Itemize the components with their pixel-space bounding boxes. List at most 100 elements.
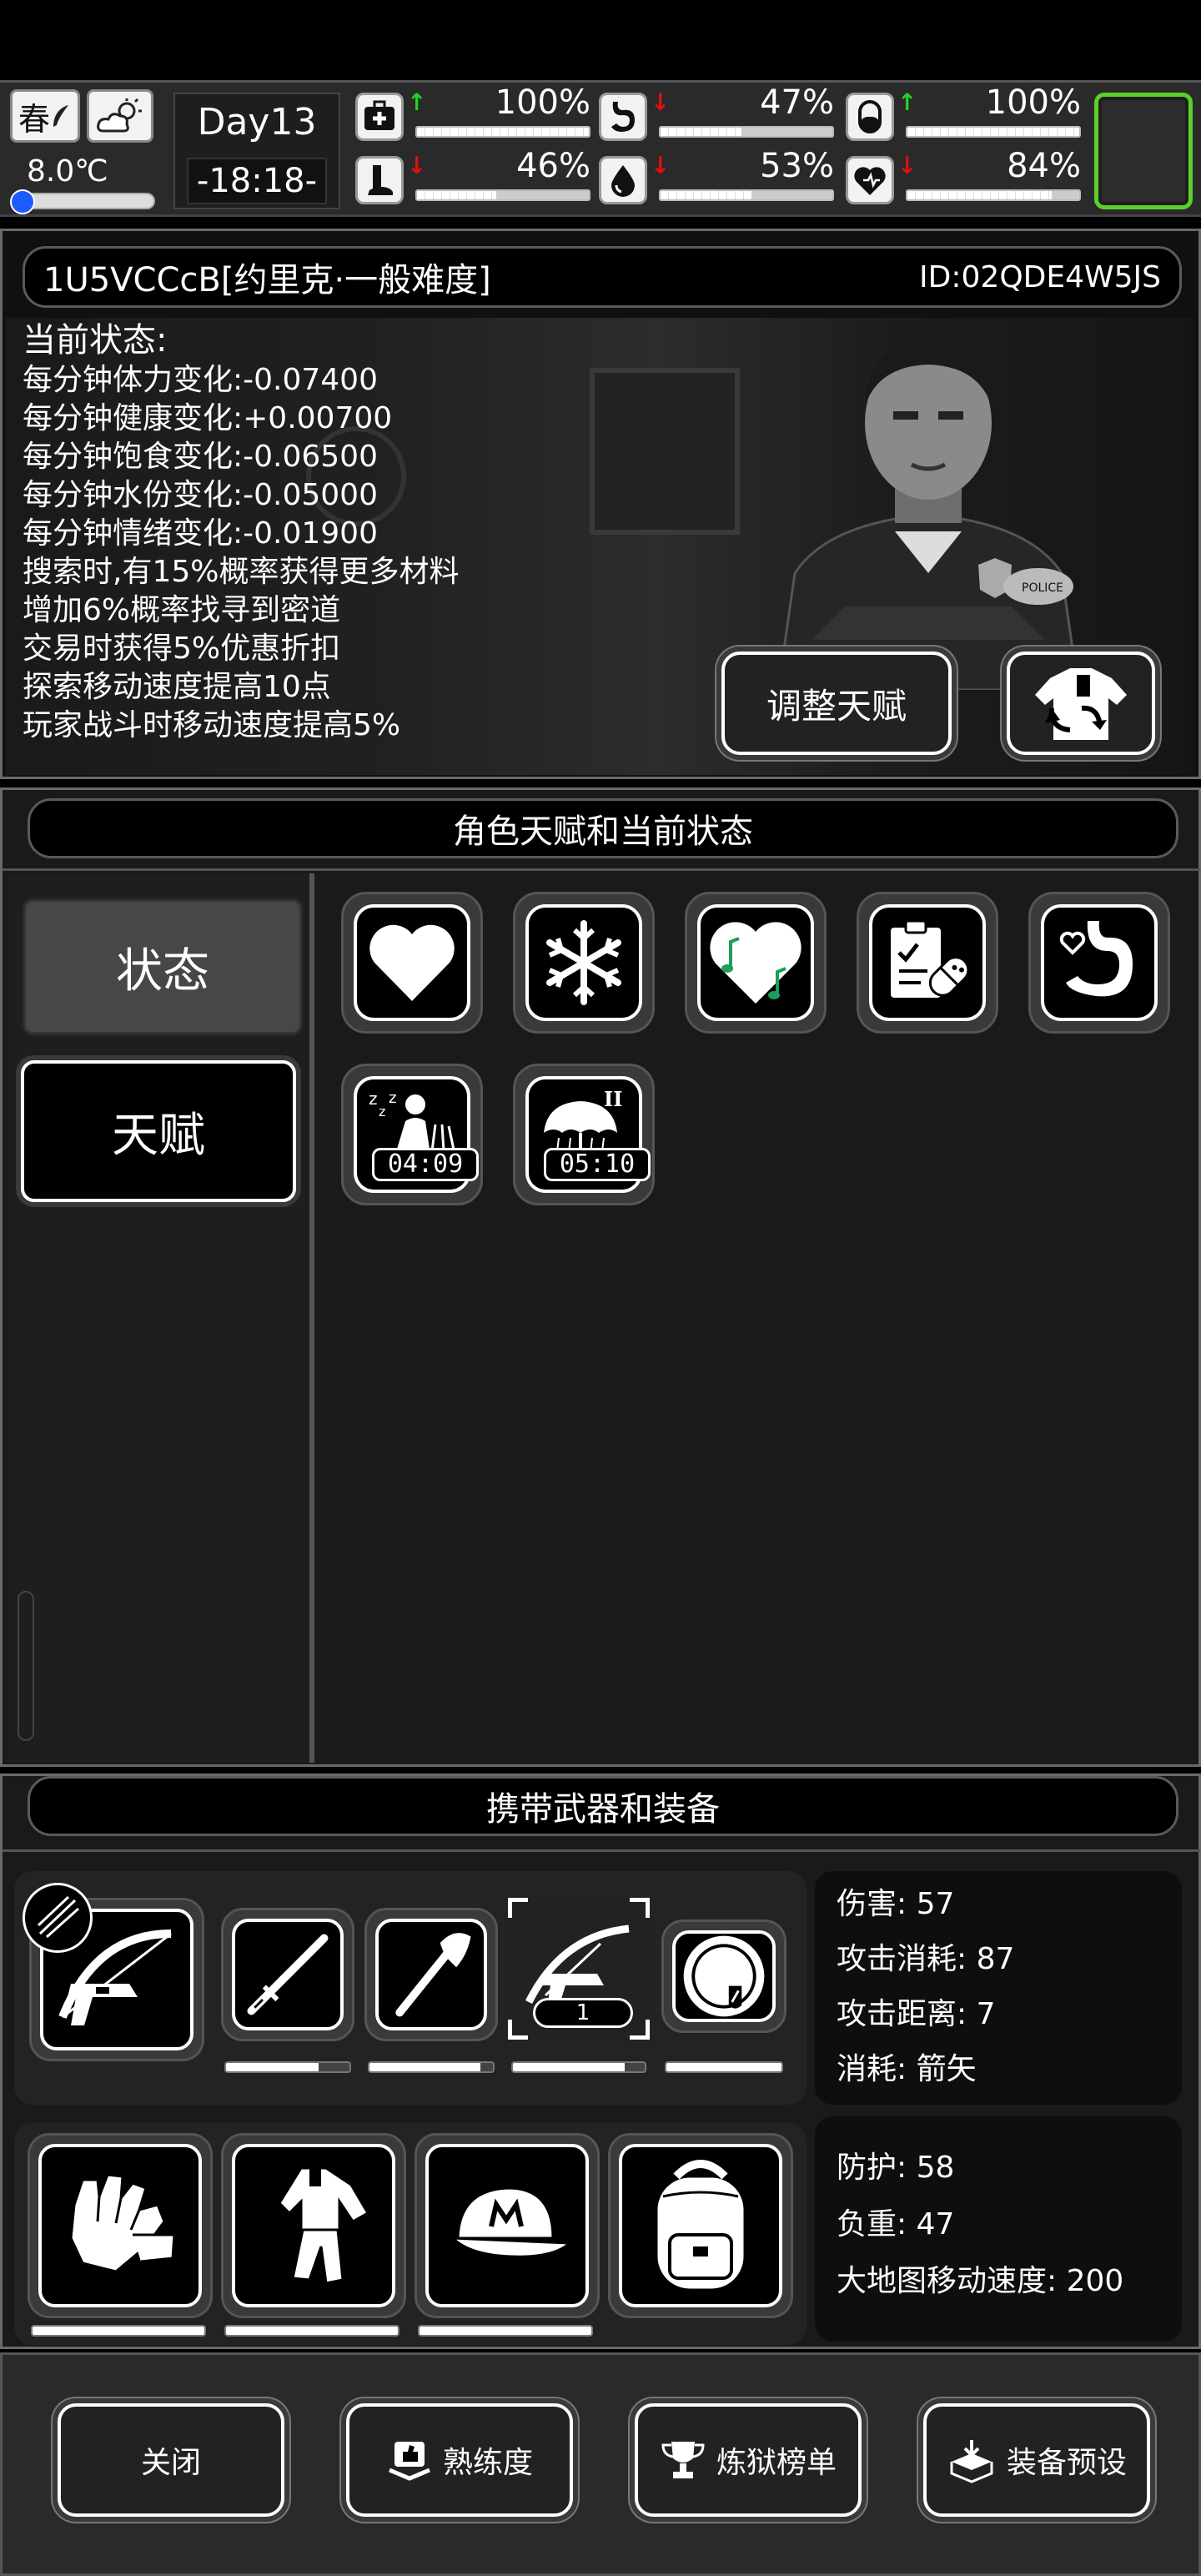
proficiency-button[interactable]: 熟练度 (346, 2403, 573, 2517)
effect-timer: 05:10 (544, 1148, 651, 1181)
selection-corner (508, 2020, 528, 2040)
hud-stat-value: 100% (495, 83, 590, 122)
weapon-durability-bar (511, 2061, 646, 2073)
status-line: 玩家战斗时移动速度提高5% (23, 708, 401, 742)
gear-slot-backpack-icon[interactable] (608, 2133, 793, 2318)
status-effect-heart-icon[interactable] (341, 892, 483, 1034)
selection-corner (508, 1898, 528, 1918)
equipment-panel: 携带武器和装备 1 伤害: 57 攻击消耗: 87 攻击距离: 7 消耗: 箭矢 防护… (0, 1774, 1201, 2349)
footer-button-label: 熟练度 (442, 2446, 533, 2480)
gear-stat: 大地图移动速度: 200 (837, 2264, 1124, 2298)
trend-up-icon: ↑ (407, 88, 427, 116)
adjust-talent-button[interactable]: 调整天赋 (721, 652, 952, 755)
weapon-durability-bar (665, 2061, 783, 2073)
tab-status[interactable]: 状态 (21, 897, 304, 1037)
character-name: 1U5VCCcB[约里克·一般难度] (43, 261, 491, 299)
divider (3, 868, 1201, 871)
trend-down-icon: ↓ (407, 152, 427, 179)
purgatory-ranking-button[interactable]: 炼狱榜单 (635, 2403, 862, 2517)
hud-stat-value: 53% (760, 147, 834, 185)
change-outfit-button[interactable] (1007, 652, 1155, 755)
axe-icon (375, 1919, 487, 2030)
weapon-slot-crossbow-selected-icon[interactable]: 1 (508, 1898, 650, 2040)
hud-stat-value: 100% (985, 83, 1081, 122)
status-icon-grid: z z z 04:09 II 05:10 (323, 873, 1198, 1763)
status-effect-stomach-heart-icon[interactable] (1028, 892, 1170, 1034)
weapon-row: 1 (14, 1871, 807, 2105)
status-line: 交易时获得5%优惠折扣 (23, 631, 341, 666)
backpack-icon (619, 2144, 782, 2307)
gear-row (14, 2123, 807, 2345)
snowflake-icon (525, 904, 642, 1021)
hud-stat-bar-fill (907, 191, 1053, 199)
tab-talent[interactable]: 天赋 (21, 1060, 296, 1202)
weapon-slot-shield-icon[interactable] (661, 1919, 786, 2033)
svg-text:II: II (604, 1087, 622, 1111)
hud-stat-stamina[interactable]: ↓ 46% (354, 148, 595, 211)
hud-stat-value: 84% (1007, 147, 1081, 185)
effect-timer: 04:09 (372, 1148, 479, 1181)
weapon-slot-baton-icon[interactable] (221, 1908, 354, 2041)
equipment-box-icon (950, 2440, 993, 2483)
tab-column: 状态 天赋 (8, 873, 314, 1763)
hud-stat-bar (906, 126, 1081, 138)
music-heart-icon (697, 904, 814, 1021)
status-line: 探索移动速度提高10点 (23, 670, 331, 704)
hud-stat-bar (415, 126, 590, 138)
gear-stat: 负重: 47 (837, 2207, 955, 2241)
hud-stat-thirst[interactable]: ↓ 53% (597, 148, 839, 211)
gear-slot-gloves-icon[interactable] (28, 2133, 213, 2318)
weapon-skill-icon[interactable] (23, 1883, 93, 1953)
day-time-box: Day13 -18:18- (173, 93, 340, 209)
footer-button-label: 关闭 (140, 2446, 201, 2480)
character-id: ID:02QDE4W5JS (919, 259, 1161, 294)
hud-stat-mood[interactable]: ↓ 84% (844, 148, 1086, 211)
gear-slot-clothes-icon[interactable] (221, 2133, 406, 2318)
hud-stat-hunger[interactable]: ↓ 47% (597, 84, 839, 148)
svg-text:z: z (369, 1089, 378, 1109)
crossbow-selected-icon: 1 (508, 1898, 650, 2040)
adjust-talent-label: 调整天赋 (766, 685, 907, 727)
status-hud: 春 8.0℃ Day13 -18:18- ↑ 100% ↓ 47% ↑ 100% ↓ 46% ↓… (0, 80, 1201, 217)
status-title: 当前状态: (23, 321, 168, 360)
tab-scrollbar[interactable] (18, 1591, 34, 1741)
footer-bar: 关闭 熟练度 炼狱榜单 装备预设 (0, 2352, 1201, 2576)
close-button[interactable]: 关闭 (58, 2403, 284, 2517)
talent-section-header: 角色天赋和当前状态 (28, 798, 1178, 858)
footer-button-label: 炼狱榜单 (716, 2446, 837, 2480)
gear-slot-cap-icon[interactable] (415, 2133, 600, 2318)
proficiency-badge-icon (389, 2442, 430, 2481)
hud-stat-sleep[interactable]: ↑ 100% (844, 84, 1086, 148)
leg-icon (355, 156, 404, 204)
trend-up-icon: ↑ (897, 88, 917, 116)
footer-button-label: 装备预设 (1006, 2446, 1127, 2480)
status-effect-music-heart-icon[interactable] (685, 892, 827, 1034)
hud-stat-health[interactable]: ↑ 100% (354, 84, 595, 148)
hud-stat-bar-fill (661, 191, 752, 199)
status-line: 每分钟体力变化:-0.07400 (23, 363, 378, 397)
status-effect-medicine-clipboard-icon[interactable] (857, 892, 998, 1034)
equipment-preset-button[interactable]: 装备预设 (923, 2403, 1150, 2517)
background-window (590, 368, 740, 535)
status-effect-umbrella-icon[interactable]: II 05:10 (513, 1064, 655, 1205)
status-effect-snowflake-icon[interactable] (513, 892, 655, 1034)
temperature-bar (10, 189, 155, 214)
time-label: -18:18- (187, 158, 327, 204)
weather-sun-cloud-icon[interactable] (87, 89, 153, 143)
gloves-icon (38, 2144, 202, 2307)
hud-stat-bar (415, 189, 590, 201)
heart-icon (354, 904, 470, 1021)
outfit-swap-icon (1035, 668, 1127, 740)
equipment-section-title: 携带武器和装备 (486, 1790, 720, 1829)
trend-down-icon: ↓ (897, 152, 917, 179)
gear-stats-box: 防护: 58 负重: 47 大地图移动速度: 200 (815, 2116, 1182, 2342)
weapon-stats-box: 伤害: 57 攻击消耗: 87 攻击距离: 7 消耗: 箭矢 (815, 1871, 1182, 2105)
status-effect-sleeping-person-icon[interactable]: z z z 04:09 (341, 1064, 483, 1205)
medicine-clipboard-icon (869, 904, 986, 1021)
stomach-icon (599, 93, 647, 141)
weapon-slot-axe-icon[interactable] (364, 1908, 498, 2041)
svg-text:z: z (379, 1104, 385, 1119)
tab-status-label: 状态 (116, 943, 209, 999)
quick-slot-button[interactable] (1094, 93, 1193, 209)
weapon-stat: 伤害: 57 (837, 1887, 955, 1921)
